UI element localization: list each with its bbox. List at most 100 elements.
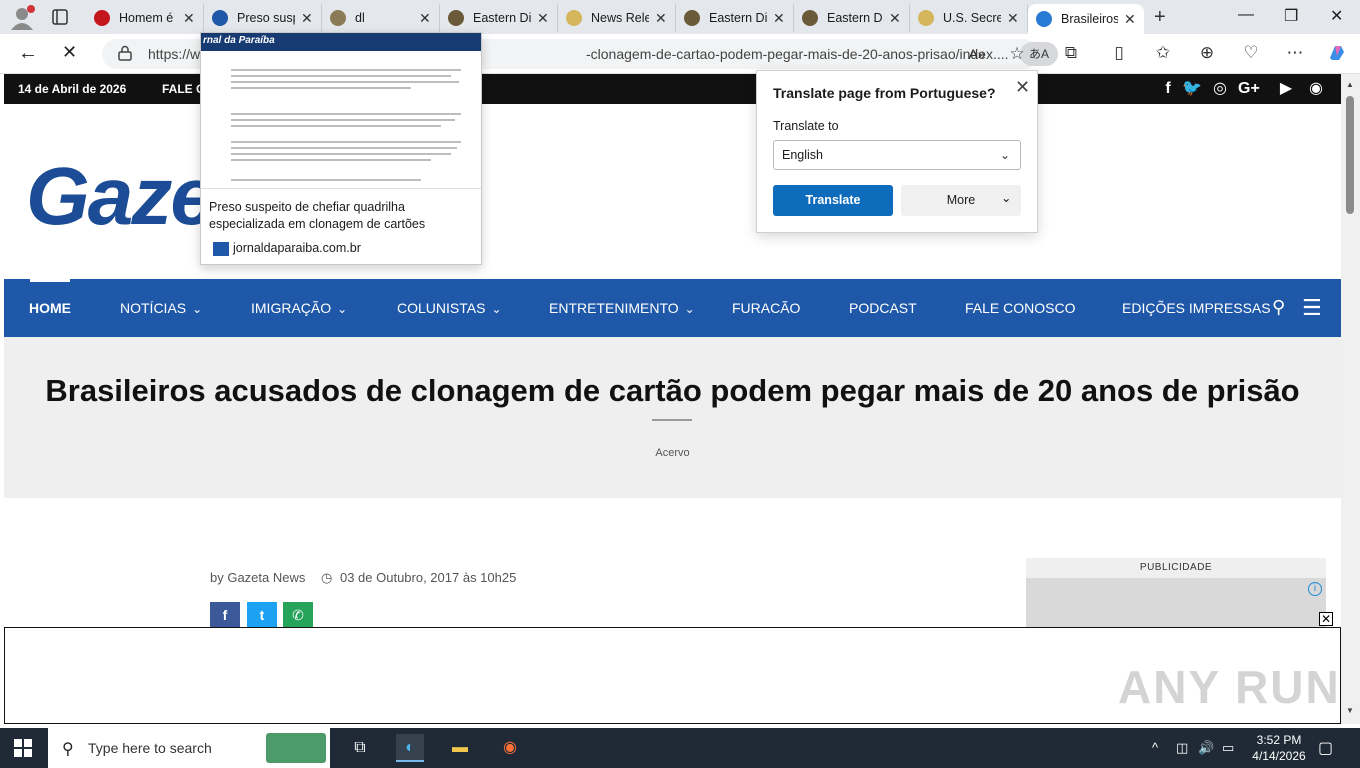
star-icon[interactable]: ☆ [1006, 43, 1028, 65]
target-language-select[interactable]: English ⌄ [773, 140, 1021, 170]
facebook-share-button[interactable]: f [210, 602, 240, 628]
lock-icon[interactable] [118, 45, 132, 61]
tab-close-icon[interactable]: ✕ [655, 10, 667, 27]
minimize-button[interactable]: — [1238, 6, 1254, 24]
browser-tab[interactable]: Eastern Di ✕ [440, 4, 558, 32]
nav-item-label: NOTÍCIAS [120, 300, 187, 316]
article-header: Brasileiros acusados de clonagem de cart… [4, 337, 1341, 498]
nav-item[interactable]: ENTRETENIMENTO ⌄ [549, 300, 695, 316]
network-icon[interactable]: ▭ [1222, 740, 1234, 756]
url-text-start[interactable]: https://w [148, 46, 200, 62]
scrollbar-thumb[interactable] [1346, 96, 1354, 214]
translate-close-icon[interactable]: ✕ [1015, 77, 1030, 98]
article-headline: Brasileiros acusados de clonagem de cart… [45, 373, 1300, 408]
tab-favicon-icon [94, 10, 110, 26]
tab-close-icon[interactable]: ✕ [301, 10, 313, 27]
browser-tab[interactable]: News Rele ✕ [558, 4, 676, 32]
ad-close-button[interactable]: ✕ [1319, 612, 1333, 626]
task-view-icon[interactable]: ⧉ [346, 734, 374, 762]
search-highlight-icon [266, 733, 326, 763]
maximize-button[interactable]: ❐ [1284, 6, 1298, 26]
chevron-down-icon: ⌄ [491, 302, 502, 316]
copilot-icon[interactable] [1326, 42, 1348, 64]
tab-favicon-icon [802, 10, 818, 26]
browser-tab[interactable]: U.S. Secret ✕ [910, 4, 1028, 32]
nav-item-label: HOME [29, 300, 71, 316]
nav-item[interactable]: EDIÇÕES IMPRESSAS [1122, 300, 1271, 316]
meet-now-icon[interactable]: ◫ [1176, 740, 1188, 756]
browser-tab[interactable]: Eastern Di ✕ [676, 4, 794, 32]
more-icon[interactable]: ⋯ [1284, 42, 1306, 64]
profile-avatar-icon[interactable] [8, 4, 36, 30]
search-icon[interactable]: ⚲ [1272, 297, 1285, 318]
close-window-button[interactable]: ✕ [1330, 6, 1343, 26]
tab-actions-icon[interactable] [46, 6, 74, 28]
browser-tab[interactable]: Brasileiros ✕ [1028, 4, 1144, 34]
main-navigation: HOME NOTÍCIAS ⌄ IMIGRAÇÃO ⌄ COLUNISTAS ⌄ ENTRET… [4, 279, 1341, 337]
tab-title: U.S. Secret [943, 11, 1001, 25]
tab-hover-preview[interactable]: rnal da Paraíba Preso suspeito de chefia… [200, 32, 482, 265]
youtube-icon[interactable]: ▶ [1276, 79, 1296, 99]
edge-icon[interactable]: ◐ [396, 734, 424, 762]
twitter-share-button[interactable]: t [247, 602, 277, 628]
windows-start-icon[interactable] [14, 739, 32, 757]
scroll-up-icon[interactable]: ▲ [1346, 80, 1354, 89]
read-aloud-icon[interactable]: A» [966, 43, 988, 65]
nav-item[interactable]: HOME [29, 300, 71, 316]
taskbar-search[interactable]: ⚲ Type here to search [48, 728, 330, 768]
notifications-icon[interactable]: ▢ [1318, 738, 1333, 758]
facebook-icon[interactable]: f [1158, 79, 1178, 99]
tab-close-icon[interactable]: ✕ [419, 10, 431, 27]
browser-tab[interactable]: Preso susp ✕ [204, 4, 322, 32]
google-plus-icon[interactable]: G+ [1238, 79, 1260, 99]
taskbar-clock[interactable]: 3:52 PM 4/14/2026 [1248, 732, 1310, 764]
volume-icon[interactable]: 🔊 [1198, 740, 1214, 756]
firefox-icon[interactable]: ◉ [496, 734, 524, 762]
page-scrollbar[interactable]: ▲ ▼ [1341, 74, 1360, 724]
browser-tab[interactable]: dl ✕ [322, 4, 440, 32]
nav-item[interactable]: FURACÃO [732, 300, 800, 316]
nav-item[interactable]: IMIGRAÇÃO ⌄ [251, 300, 347, 316]
collections-icon[interactable]: ⊕ [1196, 42, 1218, 64]
favorites-icon[interactable]: ✩ [1152, 42, 1174, 64]
file-explorer-icon[interactable]: ▬ [446, 734, 474, 762]
ad-label: PUBLICIDADE [1026, 558, 1326, 578]
tab-close-icon[interactable]: ✕ [537, 10, 549, 27]
nav-item[interactable]: PODCAST [849, 300, 917, 316]
preview-text-line [231, 113, 461, 115]
top-contact-link[interactable]: FALE C [162, 82, 205, 96]
tab-close-icon[interactable]: ✕ [773, 10, 785, 27]
ad-info-icon[interactable]: i [1308, 582, 1322, 596]
back-arrow-icon[interactable]: ← [18, 42, 38, 65]
new-tab-button[interactable]: + [1154, 6, 1166, 29]
scroll-down-icon[interactable]: ▼ [1346, 706, 1354, 715]
nav-item[interactable]: NOTÍCIAS ⌄ [120, 300, 202, 316]
heart-pulse-icon[interactable]: ♡ [1240, 42, 1262, 64]
tab-title: Eastern Di [709, 11, 767, 25]
rss-icon[interactable]: ◉ [1306, 79, 1326, 99]
tab-close-icon[interactable]: ✕ [1007, 10, 1019, 27]
tab-title: Homem é [119, 11, 174, 25]
tab-close-icon[interactable]: ✕ [183, 10, 195, 27]
whatsapp-share-button[interactable]: ✆ [283, 602, 313, 628]
url-text-end[interactable]: -clonagem-de-cartao-podem-pegar-mais-de-… [586, 46, 1016, 62]
byline-author[interactable]: by Gazeta News [210, 570, 305, 585]
puzzle-icon[interactable]: ⧉ [1060, 42, 1082, 64]
translate-button[interactable]: Translate [773, 185, 893, 216]
more-options-button[interactable]: More ⌄ [901, 185, 1021, 216]
tab-close-icon[interactable]: ✕ [889, 10, 901, 27]
split-screen-icon[interactable]: ▯ [1108, 42, 1130, 64]
hamburger-menu-icon[interactable]: ☰ [1302, 295, 1322, 321]
tray-chevron-icon[interactable]: ^ [1152, 740, 1158, 755]
twitter-icon[interactable]: 🐦 [1182, 79, 1202, 99]
tab-close-icon[interactable]: ✕ [1124, 11, 1136, 28]
nav-item[interactable]: FALE CONOSCO [965, 300, 1075, 316]
nav-item[interactable]: COLUNISTAS ⌄ [397, 300, 502, 316]
preview-text-line [231, 159, 431, 161]
instagram-icon[interactable]: ◎ [1210, 79, 1230, 99]
tab-favicon-icon [918, 10, 934, 26]
browser-tab[interactable]: Eastern Di ✕ [794, 4, 910, 32]
preview-title: Preso suspeito de chefiar quadrilha espe… [209, 200, 426, 231]
browser-tab[interactable]: Homem é ✕ [86, 4, 204, 32]
stop-icon[interactable]: ✕ [62, 42, 77, 63]
